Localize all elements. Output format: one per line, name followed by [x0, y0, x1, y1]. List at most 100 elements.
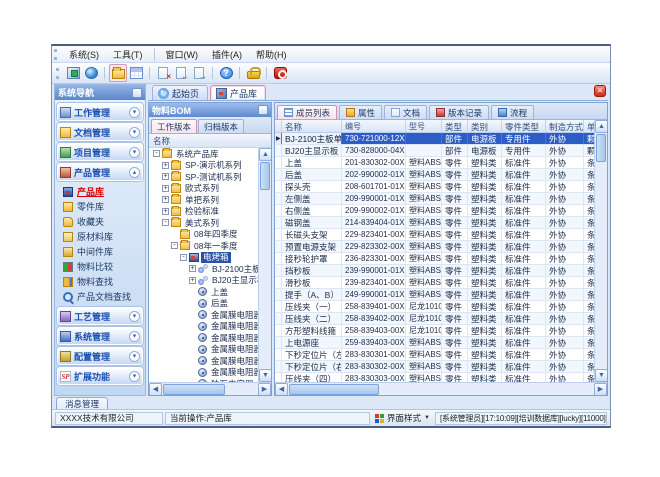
tree-node[interactable]: 金属膜电阻器: [149, 321, 258, 333]
tree-expander-icon[interactable]: +: [162, 196, 169, 203]
tree-node[interactable]: 08年四季度: [149, 229, 258, 241]
tree-expander-icon[interactable]: +: [189, 277, 196, 284]
sidebar-group-product[interactable]: 产品管理 ▴: [57, 163, 143, 181]
tree-node[interactable]: 独石电容器: [149, 378, 258, 382]
menu-item[interactable]: 系统(S): [62, 47, 106, 62]
tree-expander-icon[interactable]: -: [171, 242, 178, 249]
tree-expander-icon[interactable]: +: [162, 185, 169, 192]
dropdown-arrow-icon[interactable]: ▼: [424, 415, 430, 421]
tab-working-version[interactable]: 工作版本: [151, 119, 197, 133]
data-grid-icon[interactable]: [127, 64, 145, 82]
tree-node[interactable]: + SP-演示机系列: [149, 160, 258, 172]
table-row[interactable]: 上盖201-830302-00X塑料ABS零件塑料类标准件外协条: [275, 157, 594, 169]
tree-node[interactable]: - 系统产品库: [149, 148, 258, 160]
table-row[interactable]: 方形塑料线箍258-839403-00X尼龙1010零件塑料类标准件外协条: [275, 325, 594, 337]
column-header[interactable]: 类别: [468, 120, 502, 132]
table-row[interactable]: 滑秒板239-823401-00X塑料ABS零件塑料类标准件外协条: [275, 277, 594, 289]
tree-vertical-scrollbar[interactable]: ▲ ▼: [258, 148, 271, 382]
tree-expander-icon[interactable]: -: [162, 219, 169, 226]
scrollbar-thumb[interactable]: [163, 384, 225, 395]
menu-item[interactable]: 工具(T): [106, 47, 150, 62]
sidebar-group-process[interactable]: 工艺管理 ▾: [57, 307, 143, 325]
nav-item-product-doc-search[interactable]: 产品文档查找: [63, 289, 143, 304]
nav-item-parts-library[interactable]: 零件库: [63, 199, 143, 214]
report-close-icon[interactable]: [154, 64, 172, 82]
tab-properties[interactable]: 属性: [339, 105, 382, 119]
chevron-icon[interactable]: ▴: [129, 167, 140, 178]
table-row[interactable]: 压线夹（二）258-839402-00X尼龙1010零件塑料类标准件外协条: [275, 313, 594, 325]
ui-style-picker[interactable]: 界面样式 ▼: [372, 412, 433, 424]
tree-expander-icon[interactable]: -: [180, 254, 187, 261]
tree-node[interactable]: 金属膜电阻器: [149, 367, 258, 379]
pin-icon[interactable]: [258, 105, 268, 115]
column-header[interactable]: 型号: [406, 120, 442, 132]
nav-item-raw-materials[interactable]: 原材料库: [63, 229, 143, 244]
chevron-icon[interactable]: ▾: [129, 147, 140, 158]
tree-node[interactable]: 后盖: [149, 298, 258, 310]
chevron-icon[interactable]: ▾: [129, 127, 140, 138]
tree-node[interactable]: + BJ-2100主板单元: [149, 263, 258, 275]
tree-node[interactable]: 金属膜电阻器: [149, 309, 258, 321]
scrollbar-thumb[interactable]: [289, 384, 379, 395]
table-row[interactable]: 长磁头支架229-823401-00X塑料ABS零件塑料类标准件外协条: [275, 229, 594, 241]
nav-item-intermediate-library[interactable]: 中间件库: [63, 244, 143, 259]
tree-node[interactable]: 金属膜电阻器: [149, 332, 258, 344]
tab-documents[interactable]: 文档: [384, 105, 427, 119]
table-header[interactable]: 名称编号型号类型类别零件类型制造方式单位: [275, 120, 594, 133]
scroll-down-icon[interactable]: ▼: [259, 369, 271, 382]
table-row[interactable]: 探头壳208-601701-01X塑料ABS零件塑料类标准件外协条: [275, 181, 594, 193]
tab-product-library[interactable]: 产品库: [210, 85, 266, 100]
column-header[interactable]: 名称: [282, 120, 342, 132]
table-row[interactable]: ▶BJ-2100主板单元730-721000-12X部件电源板专用件外协颗: [275, 133, 594, 145]
exit-icon[interactable]: [271, 64, 289, 82]
table-horizontal-scrollbar[interactable]: ◀ ▶: [275, 382, 607, 395]
tree-node[interactable]: + SP-测试机系列: [149, 171, 258, 183]
sidebar-group-project[interactable]: 项目管理 ▾: [57, 143, 143, 161]
sidebar-group-extensions[interactable]: 扩展功能 ▾: [57, 367, 143, 385]
tree-expander-icon[interactable]: -: [153, 150, 160, 157]
nav-item-material-compare[interactable]: 物料比较: [63, 259, 143, 274]
column-header[interactable]: 单位: [584, 120, 594, 132]
menubar-grip[interactable]: [54, 49, 59, 60]
table-row[interactable]: 下秒定位片（左）283-830301-00X塑料ABS零件塑料类标准件外协条: [275, 349, 594, 361]
column-header[interactable]: 类型: [442, 120, 468, 132]
table-row[interactable]: 右侧盖209-990002-01X塑料ABS零件塑料类标准件外协条: [275, 205, 594, 217]
system-monitor-icon[interactable]: [64, 64, 82, 82]
table-row[interactable]: 下秒定位片（右）283-830302-00X塑料ABS零件塑料类标准件外协条: [275, 361, 594, 373]
column-header[interactable]: 制造方式: [546, 120, 584, 132]
tree-expander-icon[interactable]: +: [162, 162, 169, 169]
tree-node[interactable]: - 电烤箱: [149, 252, 258, 264]
scroll-up-icon[interactable]: ▲: [259, 148, 271, 161]
scrollbar-thumb[interactable]: [596, 134, 606, 162]
table-row[interactable]: 左侧盖209-990001-01X塑料ABS零件塑料类标准件外协条: [275, 193, 594, 205]
menu-item[interactable]: 插件(A): [205, 47, 249, 62]
toolbar-grip[interactable]: [56, 68, 61, 79]
tree-expander-icon[interactable]: +: [162, 208, 169, 215]
tree-expander-icon[interactable]: +: [162, 173, 169, 180]
sidebar-group-system[interactable]: 系统管理 ▾: [57, 327, 143, 345]
menu-item[interactable]: 窗口(W): [159, 47, 206, 62]
tab-message-management[interactable]: 消息管理: [56, 397, 108, 409]
sidebar-group-document[interactable]: 文档管理 ▾: [57, 123, 143, 141]
table-row[interactable]: 磁钢盖214-839404-01X塑料ABS零件塑料类标准件外协条: [275, 217, 594, 229]
table-row[interactable]: 预置电源支架229-823302-00X塑料ABS零件塑料类标准件外协条: [275, 241, 594, 253]
tab-member-list[interactable]: 成员列表: [277, 105, 337, 119]
tree-node[interactable]: 金属膜电阻器: [149, 355, 258, 367]
tree-node[interactable]: - 08年一季度: [149, 240, 258, 252]
report-export-icon[interactable]: [190, 64, 208, 82]
tree-expander-icon[interactable]: +: [189, 265, 196, 272]
table-row[interactable]: 压线夹（四）283-830303-00X塑料ABS零件塑料类标准件外协条: [275, 373, 594, 382]
nav-item-favorites[interactable]: 收藏夹: [63, 214, 143, 229]
table-row[interactable]: 接秒轮护罩236-823301-00X塑料ABS零件塑料类标准件外协条: [275, 253, 594, 265]
chevron-icon[interactable]: ▾: [129, 311, 140, 322]
lock-icon[interactable]: [244, 64, 262, 82]
column-header[interactable]: 编号: [342, 120, 406, 132]
scroll-left-icon[interactable]: ◀: [275, 383, 288, 396]
tree-horizontal-scrollbar[interactable]: ◀ ▶: [149, 382, 271, 395]
table-row[interactable]: 挡秒板239-990001-01X塑料ABS零件塑料类标准件外协条: [275, 265, 594, 277]
table-vertical-scrollbar[interactable]: ▲ ▼: [594, 120, 607, 382]
scroll-up-icon[interactable]: ▲: [595, 120, 608, 133]
close-icon[interactable]: ✕: [594, 85, 606, 97]
scroll-left-icon[interactable]: ◀: [149, 383, 162, 396]
scrollbar-thumb[interactable]: [260, 162, 270, 190]
